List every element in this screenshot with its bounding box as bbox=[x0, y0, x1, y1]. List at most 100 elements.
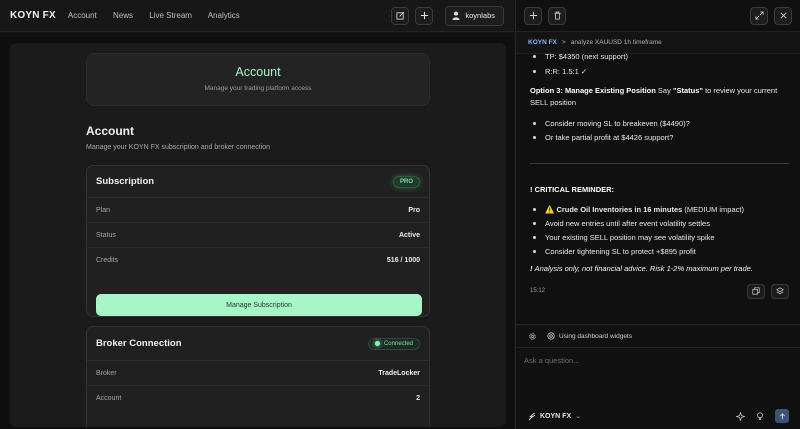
row-value: TradeLocker bbox=[378, 369, 420, 377]
layers-icon bbox=[776, 287, 784, 295]
nav-live-stream[interactable]: Live Stream bbox=[149, 11, 192, 20]
chat-messages[interactable]: TP: $4350 (next support) R:R: 1.5:1 ✓ Op… bbox=[516, 54, 800, 322]
question-input[interactable]: Ask a question... bbox=[516, 348, 800, 373]
sparkle-icon[interactable] bbox=[736, 411, 745, 421]
list-item: R:R: 1.5:1 ✓ bbox=[530, 66, 789, 77]
breadcrumb-separator: > bbox=[561, 39, 566, 46]
list-item: Or take partial profit at $4426 support? bbox=[530, 132, 789, 143]
trash-icon bbox=[553, 11, 561, 20]
nav-analytics[interactable]: Analytics bbox=[208, 11, 240, 20]
account-hero: Account Manage your trading platform acc… bbox=[86, 53, 430, 106]
assistant-panel: KOYN FX > analyze XAUUSD 1h timeframe TP… bbox=[515, 0, 800, 429]
row-value: Active bbox=[398, 231, 420, 239]
list-item: Consider tightening SL to protect +$895 … bbox=[530, 246, 789, 257]
composer-bottom-bar: KOYN FX ⌄ bbox=[516, 403, 800, 429]
new-chat-button[interactable] bbox=[524, 6, 542, 25]
expand-icon bbox=[754, 11, 764, 20]
broker-title: Broker Connection bbox=[96, 338, 182, 349]
row-label: Status bbox=[96, 231, 116, 239]
list-item: TP: $4350 (next support) bbox=[530, 54, 789, 62]
row-label: Plan bbox=[96, 206, 111, 214]
row-label: Credits bbox=[96, 257, 119, 264]
page-title: Account bbox=[86, 124, 134, 138]
top-navbar: KOYN FX Account News Live Stream Analyti… bbox=[0, 0, 514, 32]
top-actions: koynlabs bbox=[391, 5, 504, 26]
app-logo[interactable]: KOYN FX bbox=[10, 10, 56, 21]
widgets-toggle[interactable]: Using dashboard widgets bbox=[547, 332, 632, 340]
breadcrumb-brand[interactable]: KOYN FX bbox=[528, 39, 557, 46]
nav-account[interactable]: Account bbox=[68, 11, 97, 20]
row-label: Account bbox=[96, 395, 122, 402]
disclaimer-text: Analysis only, not financial advice. Ris… bbox=[534, 264, 753, 273]
option-keyword: "Status" bbox=[672, 86, 703, 95]
breadcrumb-query: analyze XAUUSD 1h timeframe bbox=[570, 39, 662, 46]
arrow-up-icon bbox=[779, 412, 785, 419]
stack-button[interactable] bbox=[771, 283, 789, 299]
close-button[interactable] bbox=[774, 6, 792, 25]
chat-composer: Using dashboard widgets Ask a question..… bbox=[516, 324, 800, 429]
plan-row: Plan Pro bbox=[87, 198, 429, 223]
widgets-label: Using dashboard widgets bbox=[559, 332, 632, 340]
lightbulb-icon[interactable] bbox=[756, 411, 764, 421]
reminder-heading: ! CRITICAL REMINDER: bbox=[530, 185, 615, 194]
username: koynlabs bbox=[465, 11, 495, 20]
event-title: Crude Oil Inventories in 16 minutes bbox=[556, 205, 683, 214]
send-button[interactable] bbox=[775, 409, 789, 423]
expand-button[interactable] bbox=[750, 6, 768, 25]
credits-row: Credits 516 / 1000 bbox=[87, 248, 429, 273]
subscription-card: Subscription PRO Plan Pro Status Active … bbox=[86, 165, 430, 317]
hero-title: Account bbox=[235, 65, 281, 79]
copy-icon bbox=[752, 287, 760, 295]
connection-badge: Connected bbox=[367, 337, 420, 350]
subscription-header: Subscription PRO bbox=[87, 166, 429, 198]
account-row: Account 2 bbox=[87, 386, 429, 411]
option-text: Say bbox=[655, 86, 673, 95]
subscription-title: Subscription bbox=[96, 176, 155, 187]
broker-row: Broker TradeLocker bbox=[87, 361, 429, 386]
row-value: 516 / 1000 bbox=[386, 257, 420, 264]
settings-icon[interactable] bbox=[528, 332, 537, 341]
row-label: Broker bbox=[96, 369, 117, 377]
main-nav: Account News Live Stream Analytics bbox=[68, 11, 254, 20]
option-title: Option 3: Manage Existing Position bbox=[530, 86, 656, 95]
message-time: 15:12 bbox=[530, 288, 546, 294]
chat-breadcrumb: KOYN FX > analyze XAUUSD 1h timeframe bbox=[516, 32, 800, 54]
assistant-toolbar bbox=[516, 0, 800, 32]
option-3-text: Option 3: Manage Existing Position Say "… bbox=[530, 85, 789, 109]
copy-button[interactable] bbox=[747, 283, 765, 299]
main-content: Account Manage your trading platform acc… bbox=[0, 33, 514, 429]
model-selector[interactable]: KOYN FX ⌄ bbox=[528, 412, 581, 421]
status-row: Status Active bbox=[87, 223, 429, 248]
chevron-down-icon: ⌄ bbox=[575, 413, 581, 420]
model-label: KOYN FX bbox=[540, 412, 572, 420]
edit-button[interactable] bbox=[391, 6, 410, 25]
event-impact: (MEDIUM impact) bbox=[682, 205, 744, 214]
plus-icon bbox=[529, 11, 537, 20]
list-item: ⚠️ Crude Oil Inventories in 16 minutes (… bbox=[530, 204, 789, 215]
close-icon bbox=[779, 12, 787, 19]
list-item: Your existing SELL position may see vola… bbox=[530, 232, 789, 243]
broker-header: Broker Connection Connected bbox=[87, 327, 429, 361]
delete-chat-button[interactable] bbox=[548, 6, 566, 25]
disclaimer: ! Analysis only, not financial advice. R… bbox=[530, 263, 789, 275]
manage-subscription-button[interactable]: Manage Subscription bbox=[96, 294, 422, 316]
page-subtitle: Manage your KOYN FX subscription and bro… bbox=[86, 144, 271, 151]
row-value: 2 bbox=[416, 395, 420, 402]
add-button[interactable] bbox=[415, 6, 434, 25]
message-footer: 15:12 bbox=[530, 281, 789, 301]
status-dot-icon bbox=[374, 341, 380, 346]
connection-status: Connected bbox=[383, 340, 413, 347]
warning-icon: ⚠️ bbox=[545, 205, 555, 214]
nav-news[interactable]: News bbox=[113, 11, 133, 20]
edit-icon bbox=[396, 11, 405, 20]
list-item: Consider moving SL to breakeven ($4490)? bbox=[530, 118, 789, 129]
divider bbox=[530, 163, 789, 164]
row-value: Pro bbox=[408, 206, 420, 214]
hero-subtitle: Manage your trading platform access bbox=[204, 85, 312, 92]
user-menu-button[interactable]: koynlabs bbox=[445, 5, 504, 26]
account-panel: Account Manage your trading platform acc… bbox=[10, 43, 506, 427]
at-icon bbox=[547, 332, 555, 340]
plan-badge: PRO bbox=[392, 175, 420, 188]
bolt-icon bbox=[528, 412, 536, 420]
plus-icon bbox=[420, 11, 428, 20]
